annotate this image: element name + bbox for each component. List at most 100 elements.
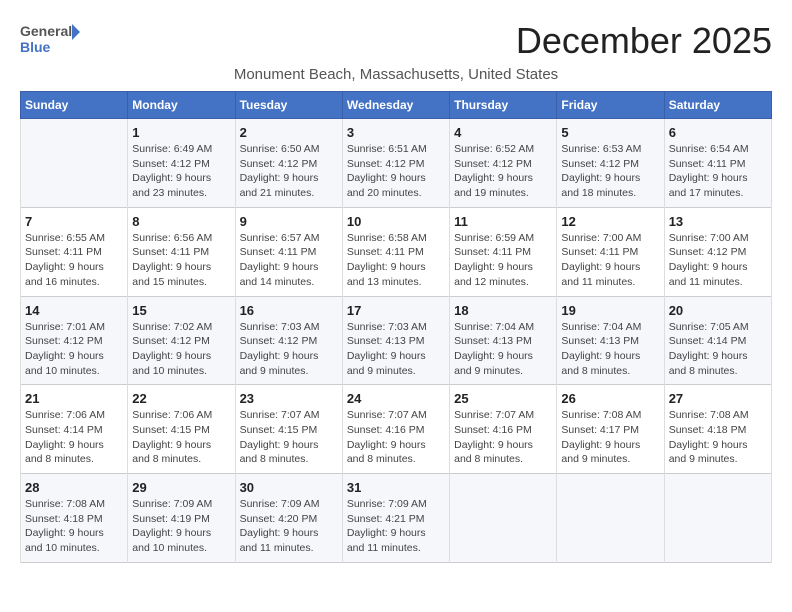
week-row-2: 7Sunrise: 6:55 AMSunset: 4:11 PMDaylight… bbox=[21, 207, 772, 296]
header-row: Sunday Monday Tuesday Wednesday Thursday… bbox=[21, 92, 772, 119]
day-info: Sunrise: 7:09 AMSunset: 4:20 PMDaylight:… bbox=[240, 497, 338, 556]
logo-svg: General Blue bbox=[20, 20, 80, 56]
week-row-3: 14Sunrise: 7:01 AMSunset: 4:12 PMDayligh… bbox=[21, 296, 772, 385]
cell-week1-day3: 3 Sunrise: 6:51 AMSunset: 4:12 PMDaylight… bbox=[342, 119, 449, 208]
day-info: Sunrise: 6:51 AMSunset: 4:12 PMDaylight:… bbox=[347, 142, 445, 201]
day-number: 26 bbox=[561, 391, 659, 406]
week-row-4: 21Sunrise: 7:06 AMSunset: 4:14 PMDayligh… bbox=[21, 385, 772, 474]
week-row-1: 1 Sunrise: 6:49 AMSunset: 4:12 PMDaylight… bbox=[21, 119, 772, 208]
day-number: 10 bbox=[347, 214, 445, 229]
calendar-table: Sunday Monday Tuesday Wednesday Thursday… bbox=[20, 91, 772, 563]
day-info: Sunrise: 6:59 AMSunset: 4:11 PMDaylight:… bbox=[454, 231, 552, 290]
day-info: Sunrise: 7:08 AMSunset: 4:18 PMDaylight:… bbox=[669, 408, 767, 467]
day-info: Sunrise: 6:49 AMSunset: 4:12 PMDaylight:… bbox=[132, 142, 230, 201]
cell-week3-day2: 16 Sunrise: 7:03 AMSunset: 4:12 PMDayligh… bbox=[235, 296, 342, 385]
day-info: Sunrise: 7:04 AMSunset: 4:13 PMDaylight:… bbox=[454, 320, 552, 379]
day-info: Sunrise: 7:08 AMSunset: 4:18 PMDaylight:… bbox=[25, 497, 123, 556]
cell-week2-day0: 7Sunrise: 6:55 AMSunset: 4:11 PMDaylight… bbox=[21, 207, 128, 296]
day-number: 17 bbox=[347, 303, 445, 318]
cell-week3-day1: 15 Sunrise: 7:02 AMSunset: 4:12 PMDayligh… bbox=[128, 296, 235, 385]
header-area: General Blue December 2025 bbox=[20, 20, 772, 62]
day-number: 1 bbox=[132, 125, 230, 140]
cell-week5-day1: 29Sunrise: 7:09 AMSunset: 4:19 PMDayligh… bbox=[128, 474, 235, 563]
day-info: Sunrise: 7:00 AMSunset: 4:12 PMDaylight:… bbox=[669, 231, 767, 290]
day-info: Sunrise: 7:09 AMSunset: 4:21 PMDaylight:… bbox=[347, 497, 445, 556]
day-number: 23 bbox=[240, 391, 338, 406]
day-info: Sunrise: 7:07 AMSunset: 4:16 PMDaylight:… bbox=[454, 408, 552, 467]
cell-week5-day3: 31 Sunrise: 7:09 AMSunset: 4:21 PMDayligh… bbox=[342, 474, 449, 563]
day-info: Sunrise: 6:58 AMSunset: 4:11 PMDaylight:… bbox=[347, 231, 445, 290]
header-thursday: Thursday bbox=[450, 92, 557, 119]
cell-week2-day6: 13 Sunrise: 7:00 AMSunset: 4:12 PMDayligh… bbox=[664, 207, 771, 296]
day-number: 29 bbox=[132, 480, 230, 495]
cell-week5-day4 bbox=[450, 474, 557, 563]
day-number: 9 bbox=[240, 214, 338, 229]
cell-week3-day0: 14Sunrise: 7:01 AMSunset: 4:12 PMDayligh… bbox=[21, 296, 128, 385]
day-number: 5 bbox=[561, 125, 659, 140]
cell-week2-day3: 10 Sunrise: 6:58 AMSunset: 4:11 PMDayligh… bbox=[342, 207, 449, 296]
day-info: Sunrise: 7:07 AMSunset: 4:16 PMDaylight:… bbox=[347, 408, 445, 467]
cell-week2-day4: 11 Sunrise: 6:59 AMSunset: 4:11 PMDayligh… bbox=[450, 207, 557, 296]
header-saturday: Saturday bbox=[664, 92, 771, 119]
svg-text:Blue: Blue bbox=[20, 39, 51, 55]
cell-week3-day6: 20 Sunrise: 7:05 AMSunset: 4:14 PMDayligh… bbox=[664, 296, 771, 385]
day-info: Sunrise: 7:02 AMSunset: 4:12 PMDaylight:… bbox=[132, 320, 230, 379]
cell-week1-day2: 2 Sunrise: 6:50 AMSunset: 4:12 PMDaylight… bbox=[235, 119, 342, 208]
cell-week4-day3: 24 Sunrise: 7:07 AMSunset: 4:16 PMDayligh… bbox=[342, 385, 449, 474]
day-info: Sunrise: 7:03 AMSunset: 4:13 PMDaylight:… bbox=[347, 320, 445, 379]
day-number: 25 bbox=[454, 391, 552, 406]
day-number: 13 bbox=[669, 214, 767, 229]
cell-week4-day0: 21Sunrise: 7:06 AMSunset: 4:14 PMDayligh… bbox=[21, 385, 128, 474]
header-friday: Friday bbox=[557, 92, 664, 119]
day-info: Sunrise: 6:56 AMSunset: 4:11 PMDaylight:… bbox=[132, 231, 230, 290]
day-number: 27 bbox=[669, 391, 767, 406]
day-info: Sunrise: 7:01 AMSunset: 4:12 PMDaylight:… bbox=[25, 320, 123, 379]
cell-week3-day4: 18Sunrise: 7:04 AMSunset: 4:13 PMDayligh… bbox=[450, 296, 557, 385]
day-info: Sunrise: 6:53 AMSunset: 4:12 PMDaylight:… bbox=[561, 142, 659, 201]
header-sunday: Sunday bbox=[21, 92, 128, 119]
cell-week3-day3: 17 Sunrise: 7:03 AMSunset: 4:13 PMDayligh… bbox=[342, 296, 449, 385]
cell-week5-day5 bbox=[557, 474, 664, 563]
day-info: Sunrise: 6:54 AMSunset: 4:11 PMDaylight:… bbox=[669, 142, 767, 201]
month-title: December 2025 bbox=[516, 20, 772, 62]
cell-week4-day6: 27 Sunrise: 7:08 AMSunset: 4:18 PMDayligh… bbox=[664, 385, 771, 474]
cell-week5-day0: 28 Sunrise: 7:08 AMSunset: 4:18 PMDayligh… bbox=[21, 474, 128, 563]
cell-week1-day0 bbox=[21, 119, 128, 208]
day-number: 3 bbox=[347, 125, 445, 140]
cell-week5-day6 bbox=[664, 474, 771, 563]
header-monday: Monday bbox=[128, 92, 235, 119]
cell-week1-day1: 1 Sunrise: 6:49 AMSunset: 4:12 PMDaylight… bbox=[128, 119, 235, 208]
day-number: 24 bbox=[347, 391, 445, 406]
header-tuesday: Tuesday bbox=[235, 92, 342, 119]
logo: General Blue bbox=[20, 20, 80, 56]
cell-week2-day1: 8Sunrise: 6:56 AMSunset: 4:11 PMDaylight… bbox=[128, 207, 235, 296]
day-number: 15 bbox=[132, 303, 230, 318]
day-number: 2 bbox=[240, 125, 338, 140]
cell-week4-day5: 26 Sunrise: 7:08 AMSunset: 4:17 PMDayligh… bbox=[557, 385, 664, 474]
calendar-header: Sunday Monday Tuesday Wednesday Thursday… bbox=[21, 92, 772, 119]
day-info: Sunrise: 7:08 AMSunset: 4:17 PMDaylight:… bbox=[561, 408, 659, 467]
day-number: 11 bbox=[454, 214, 552, 229]
day-info: Sunrise: 6:52 AMSunset: 4:12 PMDaylight:… bbox=[454, 142, 552, 201]
page-container: General Blue December 2025 Monument Beac… bbox=[20, 20, 772, 563]
day-number: 30 bbox=[240, 480, 338, 495]
day-info: Sunrise: 6:50 AMSunset: 4:12 PMDaylight:… bbox=[240, 142, 338, 201]
day-number: 31 bbox=[347, 480, 445, 495]
day-info: Sunrise: 7:06 AMSunset: 4:15 PMDaylight:… bbox=[132, 408, 230, 467]
day-info: Sunrise: 7:05 AMSunset: 4:14 PMDaylight:… bbox=[669, 320, 767, 379]
day-info: Sunrise: 6:55 AMSunset: 4:11 PMDaylight:… bbox=[25, 231, 123, 290]
cell-week4-day4: 25 Sunrise: 7:07 AMSunset: 4:16 PMDayligh… bbox=[450, 385, 557, 474]
day-number: 20 bbox=[669, 303, 767, 318]
cell-week4-day1: 22Sunrise: 7:06 AMSunset: 4:15 PMDayligh… bbox=[128, 385, 235, 474]
day-info: Sunrise: 7:03 AMSunset: 4:12 PMDaylight:… bbox=[240, 320, 338, 379]
cell-week1-day6: 6Sunrise: 6:54 AMSunset: 4:11 PMDaylight… bbox=[664, 119, 771, 208]
cell-week4-day2: 23Sunrise: 7:07 AMSunset: 4:15 PMDayligh… bbox=[235, 385, 342, 474]
cell-week5-day2: 30 Sunrise: 7:09 AMSunset: 4:20 PMDayligh… bbox=[235, 474, 342, 563]
cell-week2-day2: 9Sunrise: 6:57 AMSunset: 4:11 PMDaylight… bbox=[235, 207, 342, 296]
day-number: 16 bbox=[240, 303, 338, 318]
day-info: Sunrise: 7:00 AMSunset: 4:11 PMDaylight:… bbox=[561, 231, 659, 290]
cell-week1-day4: 4Sunrise: 6:52 AMSunset: 4:12 PMDaylight… bbox=[450, 119, 557, 208]
day-number: 19 bbox=[561, 303, 659, 318]
day-number: 28 bbox=[25, 480, 123, 495]
day-number: 12 bbox=[561, 214, 659, 229]
